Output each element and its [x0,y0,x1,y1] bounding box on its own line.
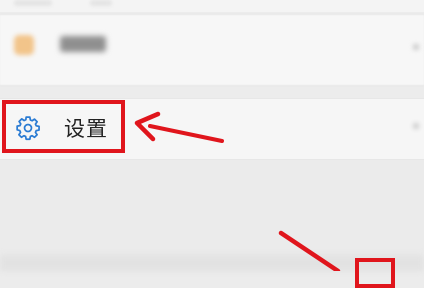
blurred-app-icon [14,35,34,55]
chevron-right-icon [413,123,419,129]
blurred-text [14,0,52,6]
highlight-box [2,100,125,153]
top-blurred-bar [0,0,424,12]
blurred-row-label [60,36,106,52]
blurred-text [90,0,112,6]
highlight-box [355,258,395,288]
chevron-right-icon [413,44,419,50]
lower-blurred-area [0,160,424,271]
